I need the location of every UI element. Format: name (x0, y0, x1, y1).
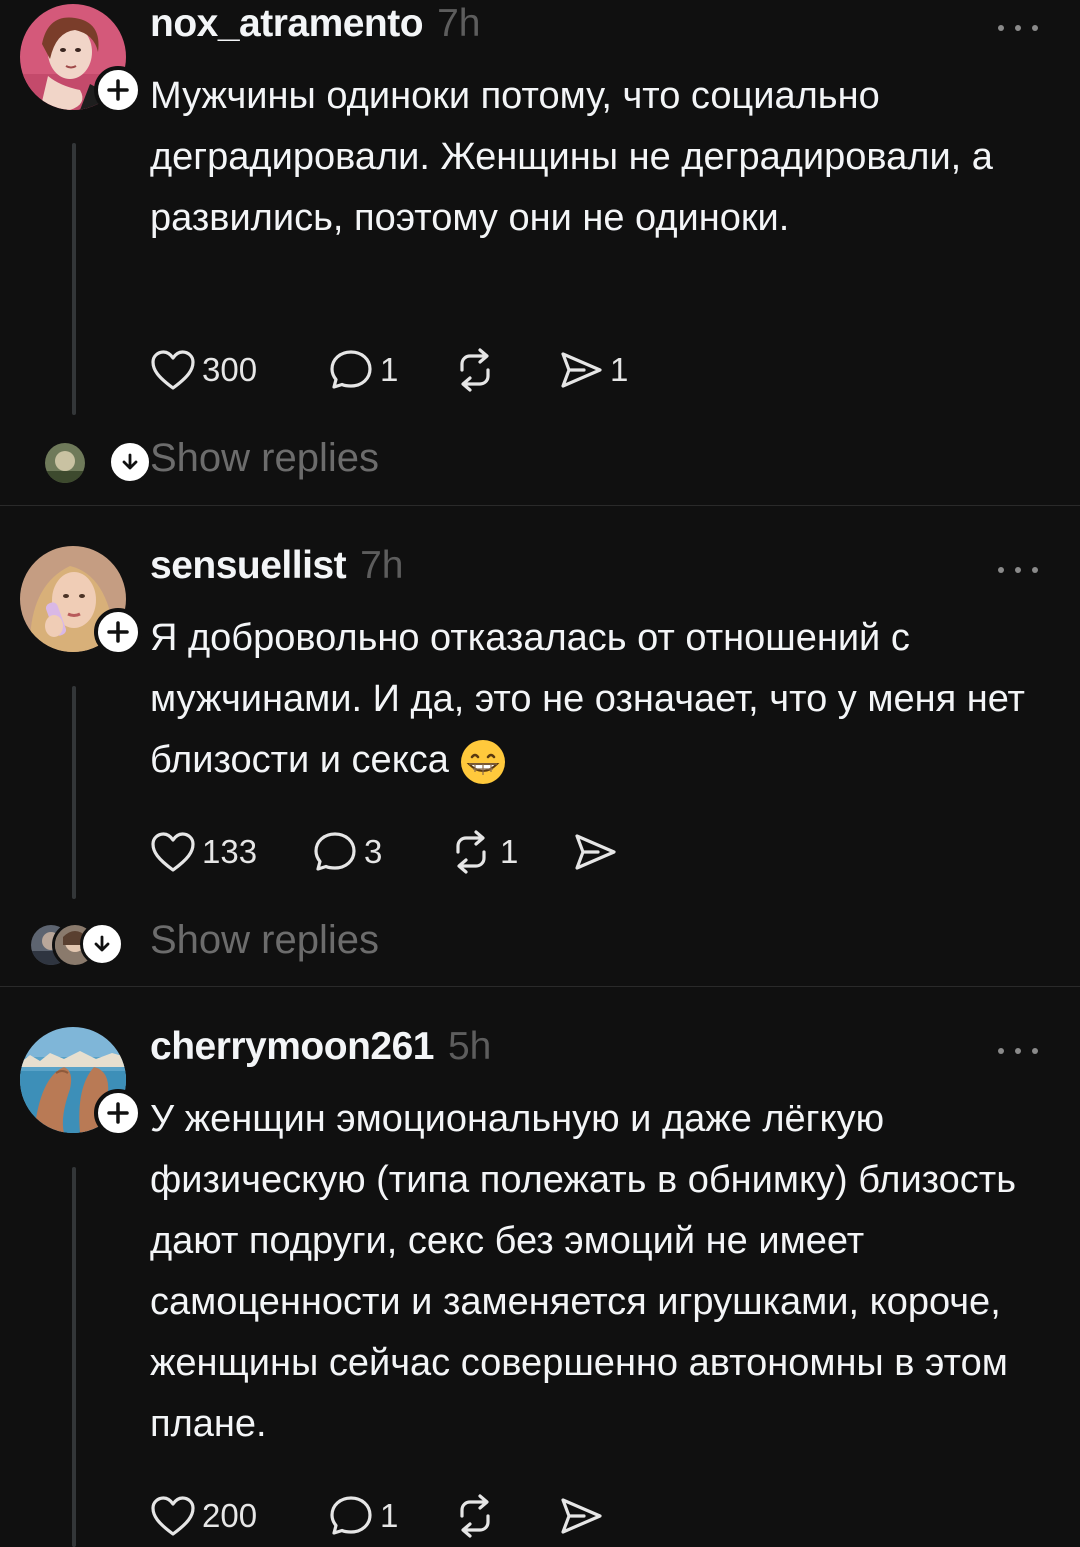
expand-replies-button[interactable] (80, 922, 124, 966)
like-button[interactable]: 300 (150, 349, 328, 391)
more-dots-icon[interactable] (998, 560, 1038, 580)
send-icon (561, 352, 602, 388)
follow-button[interactable] (94, 66, 142, 114)
post-3: cherrymoon261 5h У женщин эмоциональную … (0, 987, 1080, 1547)
post-2: sensuellist 7h Я добровольно отказалась … (0, 506, 1080, 986)
expand-replies-button[interactable] (108, 440, 152, 484)
repost-button[interactable]: 1 (448, 830, 572, 874)
heart-icon (151, 832, 195, 872)
plus-icon (107, 621, 129, 643)
more-dots-icon[interactable] (998, 18, 1038, 38)
like-count: 200 (202, 1497, 258, 1534)
send-icon (561, 1498, 602, 1534)
speech-bubble-icon (330, 350, 372, 389)
post-text: У женщин эмоциональную и даже лёгкую физ… (150, 1098, 1017, 1445)
reply-avatars (42, 440, 152, 486)
like-count: 300 (202, 351, 258, 388)
repost-icon (460, 348, 490, 392)
timestamp: 5h (447, 1025, 492, 1068)
thread-line (72, 686, 76, 899)
post-text-content: Я добровольно отказалась от отношений с … (150, 617, 1025, 781)
comment-count: 3 (364, 833, 383, 870)
repost-count: 1 (500, 833, 519, 870)
repost-icon (460, 1494, 490, 1538)
plus-icon (107, 79, 129, 101)
post-text: Мужчины одиноки потому, что социально де… (150, 75, 993, 239)
comment-count: 1 (380, 1497, 399, 1534)
username[interactable]: nox_atramento (150, 2, 424, 46)
more-dots-icon[interactable] (998, 1041, 1038, 1061)
share-button[interactable] (558, 1494, 610, 1538)
post-header: cherrymoon261 5h (150, 1025, 491, 1075)
comment-button[interactable]: 3 (312, 830, 448, 874)
post-header: sensuellist 7h (150, 544, 403, 594)
timestamp: 7h (437, 2, 481, 45)
heart-icon (151, 350, 195, 390)
follow-button[interactable] (94, 1089, 142, 1137)
speech-bubble-icon (330, 1496, 372, 1535)
reply-avatar (42, 440, 88, 486)
plus-icon (107, 1102, 129, 1124)
post-1: nox_atramento 7h Мужчины одиноки потому,… (0, 0, 1080, 505)
like-count: 133 (202, 833, 258, 870)
repost-icon (456, 830, 486, 874)
avatar-container (20, 546, 142, 656)
action-bar: 133 3 1 (150, 827, 624, 877)
send-icon (575, 834, 616, 870)
avatar-container (20, 1027, 142, 1137)
share-button[interactable]: 1 (558, 348, 628, 392)
thread-line (72, 1167, 76, 1547)
grinning-face-emoji (461, 739, 506, 784)
share-button[interactable] (572, 830, 624, 874)
speech-bubble-icon (314, 832, 356, 871)
post-header: nox_atramento 7h (150, 2, 480, 52)
comment-button[interactable]: 1 (328, 348, 452, 392)
username[interactable]: cherrymoon261 (150, 1025, 434, 1069)
comment-count: 1 (380, 351, 399, 388)
reply-avatars (28, 922, 128, 968)
like-button[interactable]: 200 (150, 1495, 328, 1537)
heart-icon (151, 1496, 195, 1536)
repost-button[interactable] (452, 348, 558, 392)
action-bar: 200 1 (150, 1491, 610, 1541)
username[interactable]: sensuellist (150, 544, 347, 588)
arrow-down-icon (94, 935, 110, 952)
timestamp: 7h (360, 544, 404, 587)
action-bar: 300 1 1 (150, 345, 628, 395)
share-count: 1 (610, 351, 629, 388)
like-button[interactable]: 133 (150, 831, 312, 873)
thread-line (72, 143, 76, 415)
comment-button[interactable]: 1 (328, 1494, 452, 1538)
follow-button[interactable] (94, 608, 142, 656)
post-text: Я добровольно отказалась от отношений с … (150, 608, 1055, 791)
show-replies-link[interactable]: Show replies (150, 436, 379, 481)
repost-button[interactable] (452, 1494, 558, 1538)
avatar-container (20, 4, 142, 114)
show-replies-link[interactable]: Show replies (150, 918, 379, 963)
arrow-down-icon (122, 453, 138, 470)
